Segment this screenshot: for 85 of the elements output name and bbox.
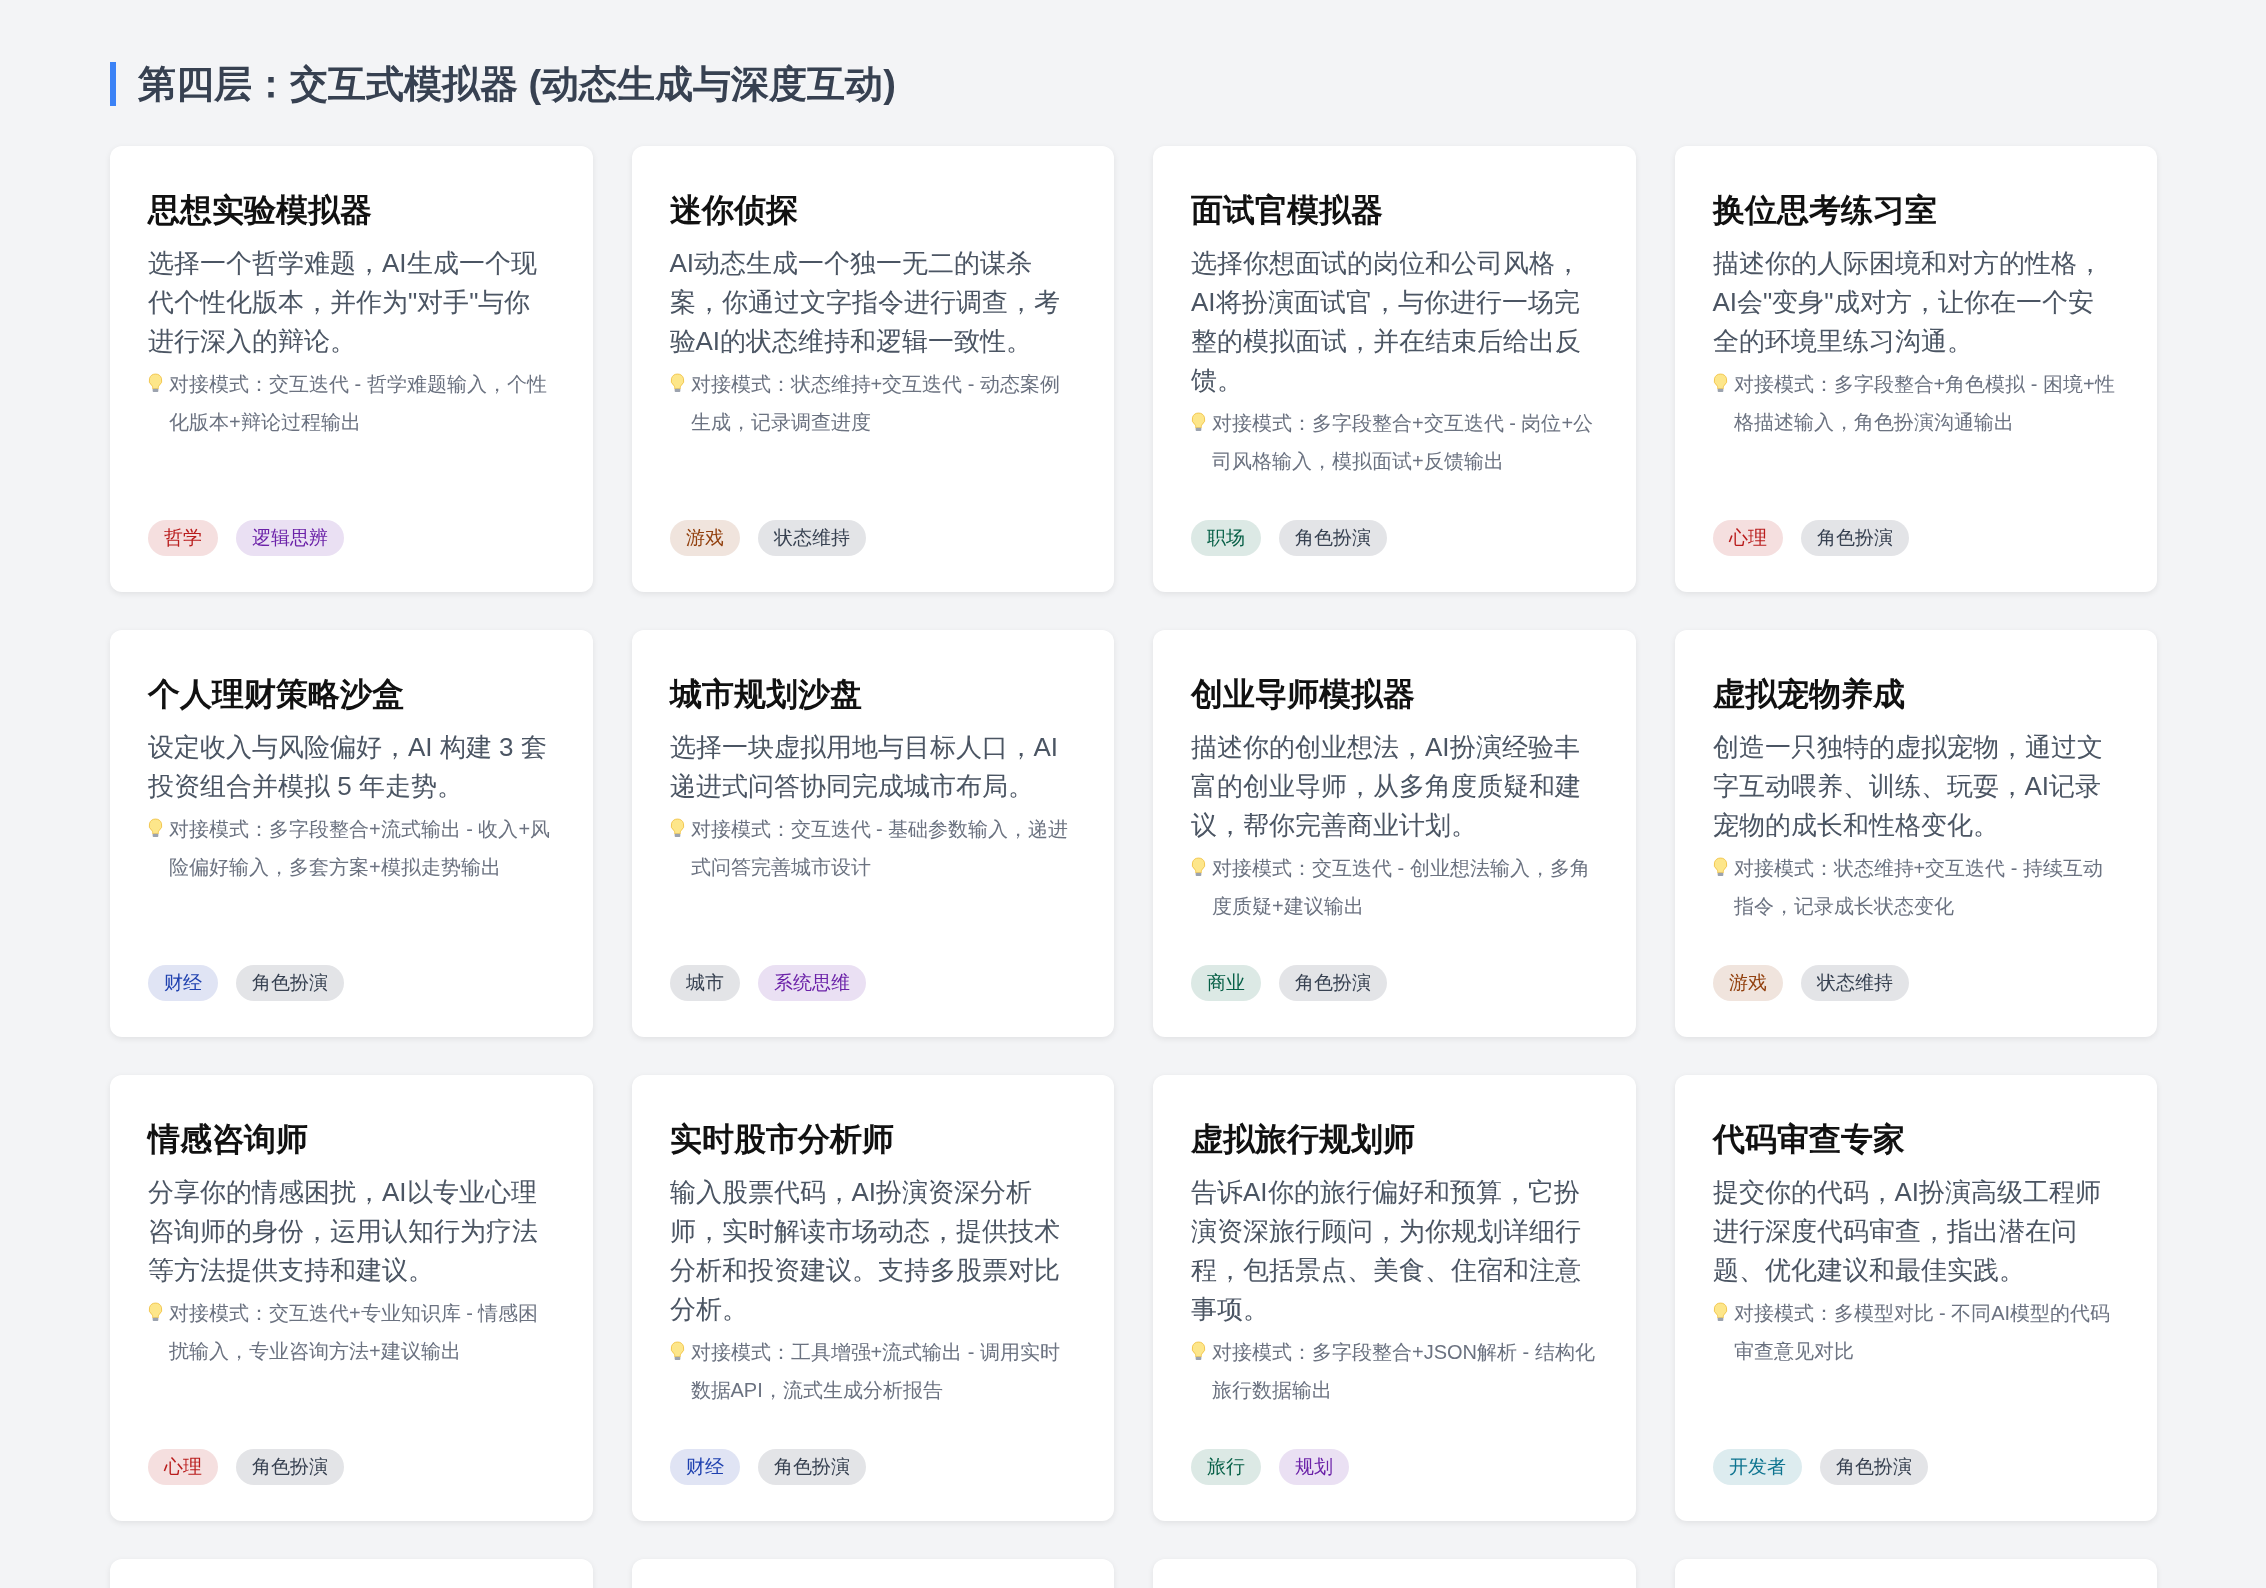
tag: 职场 xyxy=(1191,520,1261,556)
tag: 逻辑思辨 xyxy=(236,520,344,556)
card-description: 创造一只独特的虚拟宠物，通过文字互动喂养、训练、玩耍，AI记录宠物的成长和性格变化。 xyxy=(1712,731,2104,842)
card-description: 提交你的代码，AI扮演高级工程师进行深度代码审查，指出潜在问题、优化建议和最佳实践。 xyxy=(1712,1176,2103,1287)
card-title: 迷你侦探 xyxy=(669,191,799,230)
card-title: 情感咨询师 xyxy=(148,1120,309,1159)
hint-text: 对接模式：交互迭代+专业知识库 - 情感困扰输入，专业咨询方法+建议输出 xyxy=(169,1301,540,1364)
card-title: 换位思考练习室 xyxy=(1712,191,1938,230)
hint-text: 对接模式：交互迭代 - 哲学难题输入，个性化版本+辩论过程输出 xyxy=(169,372,548,435)
simulator-card[interactable]: 虚拟旅行规划师 告诉AI你的旅行偏好和预算，它扮演资深旅行顾问，为你规划详细行程，包括景点、美食、住宿和注意事项。 对接模式：多字段整合+JSON解析 - 结构化旅行数据输出 旅行 规划 xyxy=(1153,1075,1636,1521)
simulator-card[interactable]: 创业导师模拟器 描述你的创业想法，AI扮演经验丰富的创业导师，从多角度质疑和建议，帮你完善商业计划。 对接模式：交互迭代 - 创业想法输入，多角度质疑+建议输出 商业 角色扮演 xyxy=(1153,630,1636,1037)
simulator-card[interactable]: 城市规划沙盘 选择一块虚拟用地与目标人口，AI递进式问答协同完成城市布局。 对接模式：交互迭代 - 基础参数输入，递进式问答完善城市设计 城市 系统思维 xyxy=(631,630,1114,1037)
tag: 哲学 xyxy=(148,520,218,556)
tag: 角色扮演 xyxy=(1279,965,1387,1001)
tag: 角色扮演 xyxy=(1279,520,1387,556)
simulator-card[interactable]: 实时股市分析师 输入股票代码，AI扮演资深分析师，实时解读市场动态，提供技术分析和投资建议。支持多股票对比分析。 对接模式：工具增强+流式输出 - 调用实时数据API，流式生成分析报告 财经 角色扮演 xyxy=(631,1075,1114,1521)
card-description: 输入股票代码，AI扮演资深分析师，实时解读市场动态，提供技术分析和投资建议。支持多股票对比分析。 xyxy=(669,1176,1061,1326)
lightbulb-icon xyxy=(1191,857,1206,878)
card-title: 面试官模拟器 xyxy=(1191,191,1384,230)
tag: 心理 xyxy=(148,1449,218,1485)
tag: 角色扮演 xyxy=(236,1449,344,1485)
card-description: 设定收入与风险偏好，AI 构建 3 套投资组合并模拟 5 年走势。 xyxy=(148,731,548,803)
card-description: 选择一个哲学难题，AI生成一个现代个性化版本，并作为"对手"与你进行深入的辩论。 xyxy=(148,247,538,358)
simulator-card[interactable]: 换位思考练习室 描述你的人际困境和对方的性格，AI会"变身"成对方，让你在一个安全的环境里练习沟通。 对接模式：多字段整合+角色模拟 - 困境+性格描述输入，角色扮演沟通输出 心理 角色扮演 xyxy=(1674,146,2157,592)
hint-text: 对接模式：多字段整合+交互迭代 - 岗位+公司风格输入，模拟面试+反馈输出 xyxy=(1212,411,1595,474)
tag: 城市 xyxy=(669,965,740,1001)
section-heading: 第四层：交互式模拟器 (动态生成与深度互动) xyxy=(110,62,2157,106)
card-title: 创业导师模拟器 xyxy=(1191,675,1416,714)
tag: 状态维持 xyxy=(1800,965,1909,1001)
tag: 商业 xyxy=(1191,965,1261,1001)
tag: 系统思维 xyxy=(757,965,866,1001)
card-title: 虚拟旅行规划师 xyxy=(1191,1120,1416,1159)
simulator-card[interactable]: 虚拟宠物养成 创造一只独特的虚拟宠物，通过文字互动喂养、训练、玩耍，AI记录宠物的成长和性格变化。 对接模式：状态维持+交互迭代 - 持续互动指令，记录成长状态变化 游戏 状态维持 xyxy=(1674,630,2157,1037)
lightbulb-icon xyxy=(669,373,685,394)
tag: 财经 xyxy=(148,965,218,1001)
card-description: 描述你的创业想法，AI扮演经验丰富的创业导师，从多角度质疑和建议，帮你完善商业计划。 xyxy=(1191,731,1582,842)
card-description: 告诉AI你的旅行偏好和预算，它扮演资深旅行顾问，为你规划详细行程，包括景点、美食、住宿和注意事项。 xyxy=(1191,1176,1582,1326)
hint-text: 对接模式：多字段整合+JSON解析 - 结构化旅行数据输出 xyxy=(1212,1340,1596,1403)
hint-text: 对接模式：交互迭代 - 基础参数输入，递进式问答完善城市设计 xyxy=(690,817,1070,880)
card-description: AI动态生成一个独一无二的谋杀案，你通过文字指令进行调查，考验AI的状态维持和逻辑一致性。 xyxy=(669,247,1061,358)
card-title: 代码审查专家 xyxy=(1712,1120,1906,1159)
simulator-card[interactable]: 代码审查专家 提交你的代码，AI扮演高级工程师进行深度代码审查，指出潜在问题、优化建议和最佳实践。 对接模式：多模型对比 - 不同AI模型的代码审查意见对比 开发者 角色扮演 xyxy=(1674,1075,2157,1521)
lightbulb-icon xyxy=(1712,1302,1728,1323)
tag: 游戏 xyxy=(1712,965,1783,1001)
tag: 开发者 xyxy=(1712,1449,1802,1485)
tag: 角色扮演 xyxy=(236,965,344,1001)
lightbulb-icon xyxy=(148,373,163,394)
simulator-card[interactable]: 情感咨询师 分享你的情感困扰，AI以专业心理咨询师的身份，运用认知行为疗法等方法提供支持和建议。 对接模式：交互迭代+专业知识库 - 情感困扰输入，专业咨询方法+建议输出 心理 角色扮演 xyxy=(110,1075,593,1521)
hint-text: 对接模式：状态维持+交互迭代 - 持续互动指令，记录成长状态变化 xyxy=(1733,856,2104,919)
hint-text: 对接模式：多字段整合+角色模拟 - 困境+性格描述输入，角色扮演沟通输出 xyxy=(1733,372,2116,435)
lightbulb-icon xyxy=(1191,1341,1206,1362)
tag: 角色扮演 xyxy=(1819,1449,1928,1485)
card-description: 分享你的情感困扰，AI以专业心理咨询师的身份，运用认知行为疗法等方法提供支持和建议。 xyxy=(148,1176,539,1287)
lightbulb-icon xyxy=(148,818,163,839)
tag: 角色扮演 xyxy=(1800,520,1909,556)
simulator-card[interactable]: 迷你侦探 AI动态生成一个独一无二的谋杀案，你通过文字指令进行调查，考验AI的状态维持和逻辑一致性。 对接模式：状态维持+交互迭代 - 动态案例生成，记录调查进度 游戏 状态维持 xyxy=(631,146,1114,592)
card-description: 选择一块虚拟用地与目标人口，AI递进式问答协同完成城市布局。 xyxy=(669,731,1060,803)
hint-text: 对接模式：工具增强+流式输出 - 调用实时数据API，流式生成分析报告 xyxy=(690,1340,1061,1403)
tag: 状态维持 xyxy=(757,520,866,556)
card-title: 实时股市分析师 xyxy=(669,1120,895,1159)
simulator-card[interactable]: 思想实验模拟器 选择一个哲学难题，AI生成一个现代个性化版本，并作为"对手"与你进行深入的辩论。 对接模式：交互迭代 - 哲学难题输入，个性化版本+辩论过程输出 哲学 逻辑思辨 xyxy=(110,146,593,592)
card-title: 思想实验模拟器 xyxy=(148,191,373,230)
tag: 财经 xyxy=(669,1449,740,1485)
lightbulb-icon xyxy=(148,1302,163,1323)
card-title: 虚拟宠物养成 xyxy=(1712,675,1906,714)
card-description: 描述你的人际困境和对方的性格，AI会"变身"成对方，让你在一个安全的环境里练习沟通。 xyxy=(1712,247,2104,358)
hint-text: 对接模式：交互迭代 - 创业想法输入，多角度质疑+建议输出 xyxy=(1212,856,1591,919)
hint-text: 对接模式：状态维持+交互迭代 - 动态案例生成，记录调查进度 xyxy=(690,372,1061,435)
simulator-card[interactable]: 个人理财策略沙盒 设定收入与风险偏好，AI 构建 3 套投资组合并模拟 5 年走势。 对接模式：多字段整合+流式输出 - 收入+风险偏好输入，多套方案+模拟走势输出 财经 角色扮演 xyxy=(110,630,593,1037)
lightbulb-icon xyxy=(1712,373,1728,394)
tag: 规划 xyxy=(1279,1449,1349,1485)
tag: 心理 xyxy=(1712,520,1783,556)
simulator-card[interactable]: 面试官模拟器 选择你想面试的岗位和公司风格，AI将扮演面试官，与你进行一场完整的模拟面试，并在结束后给出反馈。 对接模式：多字段整合+交互迭代 - 岗位+公司风格输入，模拟面试+反馈输出 职场 角色扮演 xyxy=(1153,146,1636,592)
hint-text: 对接模式：多模型对比 - 不同AI模型的代码审查意见对比 xyxy=(1733,1301,2112,1364)
tag: 旅行 xyxy=(1191,1449,1261,1485)
hint-text: 对接模式：多字段整合+流式输出 - 收入+风险偏好输入，多套方案+模拟走势输出 xyxy=(169,817,552,880)
tag: 游戏 xyxy=(669,520,740,556)
lightbulb-icon xyxy=(1712,857,1728,878)
card-description: 选择你想面试的岗位和公司风格，AI将扮演面试官，与你进行一场完整的模拟面试，并在结束后给出反馈。 xyxy=(1191,247,1582,397)
lightbulb-icon xyxy=(669,1341,685,1362)
lightbulb-icon xyxy=(1191,412,1206,433)
lightbulb-icon xyxy=(669,818,685,839)
card-title: 个人理财策略沙盒 xyxy=(148,675,405,714)
tag: 角色扮演 xyxy=(757,1449,866,1485)
card-title: 城市规划沙盘 xyxy=(669,675,863,714)
